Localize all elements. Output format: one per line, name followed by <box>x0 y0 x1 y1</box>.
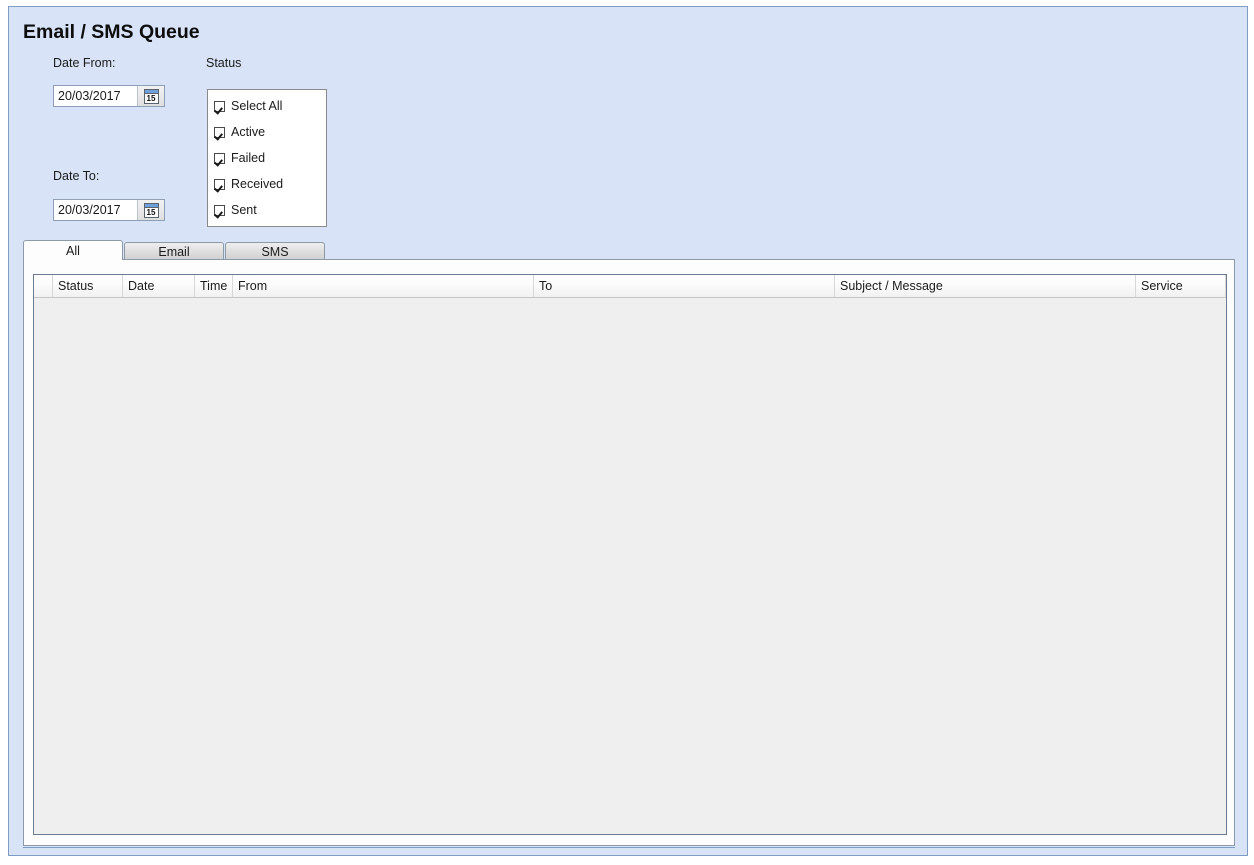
date-to-label: Date To: <box>53 169 100 183</box>
grid-header-from[interactable]: From <box>233 275 534 297</box>
checkbox-failed[interactable] <box>214 152 225 164</box>
date-to-picker[interactable]: 20/03/2017 15 <box>53 199 165 221</box>
checkbox-label: Active <box>231 125 266 139</box>
checkbox-select-all[interactable] <box>214 100 225 112</box>
status-checkbox-row[interactable]: Received <box>214 176 283 192</box>
page-title: Email / SMS Queue <box>23 21 200 43</box>
panel-divider <box>23 847 1235 848</box>
date-to-input[interactable]: 20/03/2017 <box>54 200 137 220</box>
form-panel: Email / SMS Queue Date From: 20/03/2017 … <box>8 6 1248 856</box>
queue-grid[interactable]: Status Date Time From To Subject / Message Ser… <box>33 274 1227 835</box>
status-checkbox-group: Select All Active Failed Received Sent <box>207 89 327 227</box>
grid-header-date[interactable]: Date <box>123 275 195 297</box>
checkbox-label: Sent <box>231 203 257 217</box>
calendar-icon: 15 <box>143 202 159 218</box>
tab-strip: All Email SMS <box>23 240 1235 260</box>
status-group-label: Status <box>206 56 242 70</box>
grid-body[interactable] <box>34 298 1226 834</box>
status-checkbox-row[interactable]: Active <box>214 124 265 140</box>
grid-header-status[interactable]: Status <box>53 275 123 297</box>
tab-all[interactable]: All <box>23 240 123 260</box>
grid-header-to[interactable]: To <box>534 275 835 297</box>
grid-header-row: Status Date Time From To Subject / Message Ser… <box>34 275 1226 298</box>
status-checkbox-row[interactable]: Failed <box>214 150 265 166</box>
date-from-label: Date From: <box>53 56 116 70</box>
date-to-calendar-button[interactable]: 15 <box>137 200 164 220</box>
status-checkbox-row[interactable]: Select All <box>214 98 282 114</box>
date-from-input[interactable]: 20/03/2017 <box>54 86 137 106</box>
calendar-icon-day: 15 <box>146 207 156 217</box>
checkbox-sent[interactable] <box>214 204 225 216</box>
checkbox-received[interactable] <box>214 178 225 190</box>
tab-email[interactable]: Email <box>124 242 224 260</box>
calendar-icon: 15 <box>143 88 159 104</box>
checkbox-label: Received <box>231 177 284 191</box>
checkbox-active[interactable] <box>214 126 225 138</box>
grid-header-time[interactable]: Time <box>195 275 233 297</box>
grid-header-service[interactable]: Service <box>1136 275 1226 297</box>
application-window: Email / SMS Queue Date From: 20/03/2017 … <box>0 0 1254 865</box>
grid-header-rowselector[interactable] <box>34 275 53 297</box>
date-from-picker[interactable]: 20/03/2017 15 <box>53 85 165 107</box>
calendar-icon-day: 15 <box>146 93 156 103</box>
checkbox-label: Select All <box>231 99 283 113</box>
tab-sms[interactable]: SMS <box>225 242 325 260</box>
status-checkbox-row[interactable]: Sent <box>214 202 257 218</box>
tab-page: Status Date Time From To Subject / Message Ser… <box>23 259 1235 846</box>
checkbox-label: Failed <box>231 151 266 165</box>
grid-header-subject-message[interactable]: Subject / Message <box>835 275 1136 297</box>
date-from-calendar-button[interactable]: 15 <box>137 86 164 106</box>
